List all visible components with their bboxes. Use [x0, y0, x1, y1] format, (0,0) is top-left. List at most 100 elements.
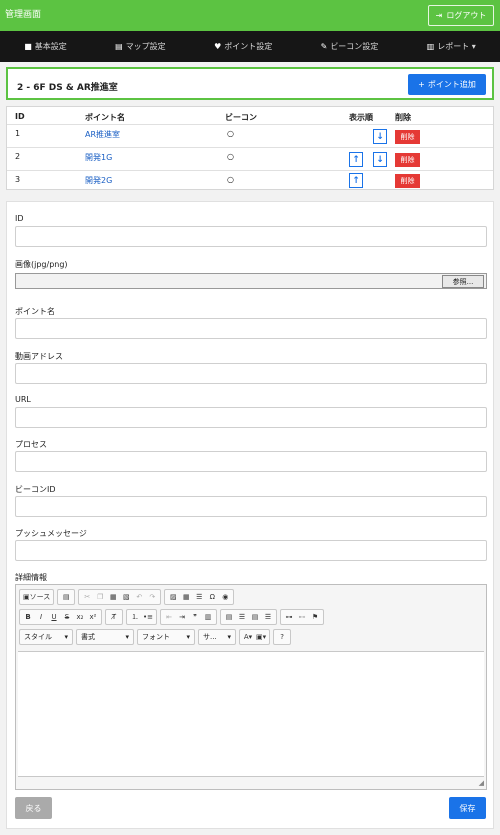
help-icon[interactable]: ?	[276, 630, 288, 644]
table-row: 1 AR推進室 ○ ↓ 削除	[7, 124, 493, 146]
id-input[interactable]	[15, 226, 487, 247]
move-up-button[interactable]: ↑	[349, 152, 363, 167]
table-icon[interactable]: ▦	[180, 590, 192, 604]
delete-button[interactable]: 削除	[395, 174, 420, 188]
source-icon: ▣	[23, 593, 30, 601]
image-icon[interactable]: ▨	[167, 590, 179, 604]
points-table: ID ポイント名 ビーコン 表示順 削除 1 AR推進室 ○ ↓ 削除 2 開発…	[6, 106, 494, 190]
beacon-id-input[interactable]	[15, 496, 487, 517]
editor-content-area[interactable]	[18, 651, 484, 777]
cut-icon[interactable]: ✂	[81, 590, 93, 604]
browse-button[interactable]: 参照...	[442, 275, 484, 288]
video-address-input[interactable]	[15, 363, 487, 384]
row-beacon: ○	[227, 129, 234, 138]
nav-point-settings[interactable]: ♥ ポイント設定	[214, 41, 272, 52]
save-button[interactable]: 保存	[449, 797, 486, 819]
nav-label: レポート ▾	[437, 42, 476, 51]
size-select-label: サ...	[203, 633, 217, 641]
logout-label: ログアウト	[446, 11, 487, 20]
style-select[interactable]: スタイル ▾	[19, 629, 73, 645]
delete-button[interactable]: 削除	[395, 130, 420, 144]
document-icon[interactable]: ▤	[60, 590, 72, 604]
blockquote-icon[interactable]: ❞	[189, 610, 201, 624]
point-name-input[interactable]	[15, 318, 487, 339]
row-name-link[interactable]: 開発2G	[85, 175, 112, 186]
logout-button[interactable]: ⇥ ログアウト	[428, 5, 494, 26]
size-select[interactable]: サ... ▾	[198, 629, 236, 645]
url-input[interactable]	[15, 407, 487, 428]
bold-icon[interactable]: B	[22, 610, 34, 624]
bg-color-icon[interactable]: ▣▾	[255, 630, 267, 644]
copy-icon[interactable]: ❐	[94, 590, 106, 604]
nav-label: 基本設定	[34, 42, 67, 51]
nav-basic-settings[interactable]: ■ 基本設定	[24, 41, 67, 52]
resize-handle-icon[interactable]: ◢	[479, 779, 484, 787]
anchor-flag-icon[interactable]: ⚑	[309, 610, 321, 624]
row-name-link[interactable]: AR推進室	[85, 129, 120, 140]
align-left-icon[interactable]: ▤	[223, 610, 235, 624]
arrow-up-icon: ↑	[352, 175, 360, 186]
div-container-icon[interactable]: ▥	[202, 610, 214, 624]
font-select-label: フォント	[142, 633, 170, 641]
iframe-icon[interactable]: ◉	[219, 590, 231, 604]
bulleted-list-icon[interactable]: •≡	[142, 610, 154, 624]
brand-title: 管理画面	[5, 10, 42, 20]
nav-beacon-settings[interactable]: ✎ ビーコン設定	[321, 41, 379, 52]
row-beacon: ○	[227, 175, 234, 184]
table-row: 3 開発2G ○ ↑ 削除	[7, 170, 493, 190]
nav-map-settings[interactable]: ▤ マップ設定	[115, 41, 166, 52]
paste-icon[interactable]: ▦	[107, 590, 119, 604]
push-message-input[interactable]	[15, 540, 487, 561]
logout-icon: ⇥	[435, 11, 443, 20]
paste-text-icon[interactable]: ▧	[120, 590, 132, 604]
nav-label: ビーコン設定	[330, 42, 379, 51]
format-select[interactable]: 書式 ▾	[76, 629, 134, 645]
align-center-icon[interactable]: ☰	[236, 610, 248, 624]
font-select[interactable]: フォント ▾	[137, 629, 195, 645]
horizontal-line-icon[interactable]: ☰	[193, 590, 205, 604]
strikethrough-icon[interactable]: S	[61, 610, 73, 624]
editor-toolbar-row-1: ▣ ソース ▤ ✂ ❐ ▦ ▧ ↶ ↷ ▨ ▦ ☰ Ω ◉	[19, 589, 235, 605]
move-down-button[interactable]: ↓	[373, 152, 387, 167]
superscript-icon[interactable]: x²	[87, 610, 99, 624]
row-name-link[interactable]: 開発1G	[85, 152, 112, 163]
point-panel-header: 2 - 6F DS & AR推進室 + ポイント追加	[6, 67, 494, 100]
chevron-down-icon: ▾	[125, 633, 129, 641]
add-point-label: ポイント追加	[427, 80, 476, 89]
special-char-icon[interactable]: Ω	[206, 590, 218, 604]
map-icon: ▤	[115, 42, 123, 51]
move-down-button[interactable]: ↓	[373, 129, 387, 144]
top-header: 管理画面 ⇥ ログアウト	[0, 0, 500, 31]
align-justify-icon[interactable]: ☰	[262, 610, 274, 624]
align-right-icon[interactable]: ▤	[249, 610, 261, 624]
col-header-name: ポイント名	[85, 113, 125, 122]
underline-icon[interactable]: U	[48, 610, 60, 624]
italic-icon[interactable]: I	[35, 610, 47, 624]
nav-report-dropdown[interactable]: ▥ レポート ▾	[427, 41, 476, 52]
add-point-button[interactable]: + ポイント追加	[408, 74, 486, 95]
chart-icon: ▥	[426, 42, 435, 51]
numbered-list-icon[interactable]: ⒈	[129, 610, 141, 624]
source-button[interactable]: ▣ ソース	[22, 590, 51, 604]
process-input[interactable]	[15, 451, 487, 472]
redo-icon[interactable]: ↷	[146, 590, 158, 604]
location-pin-icon: ♥	[214, 42, 222, 51]
delete-button[interactable]: 削除	[395, 153, 420, 167]
detail-info-label: 詳細情報	[15, 573, 47, 582]
outdent-icon[interactable]: ⇤	[163, 610, 175, 624]
unlink-icon[interactable]: ⊷	[296, 610, 308, 624]
source-label: ソース	[29, 593, 51, 601]
undo-icon[interactable]: ↶	[133, 590, 145, 604]
remove-format-icon[interactable]: T̸	[108, 610, 120, 624]
back-button[interactable]: 戻る	[15, 797, 52, 819]
link-icon[interactable]: ⊶	[283, 610, 295, 624]
col-header-id: ID	[15, 112, 25, 121]
text-color-icon[interactable]: A▾	[242, 630, 254, 644]
subscript-icon[interactable]: x₂	[74, 610, 86, 624]
image-file-input[interactable]: 参照...	[15, 273, 487, 289]
nav-label: マップ設定	[125, 42, 166, 51]
row-id: 3	[15, 175, 21, 184]
indent-icon[interactable]: ⇥	[176, 610, 188, 624]
move-up-button[interactable]: ↑	[349, 173, 363, 188]
square-icon: ■	[24, 42, 32, 51]
